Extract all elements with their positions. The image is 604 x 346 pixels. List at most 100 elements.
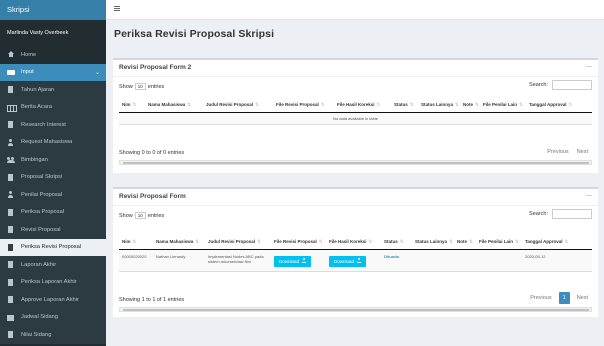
table-row: 00000020020 Nathan Lienardy Implementasi…	[119, 249, 592, 272]
pagination: Previous 1 Next	[526, 292, 592, 304]
search-input[interactable]	[552, 209, 592, 219]
sidebar-menu: Home Input ⌄ Tahun Ajaran Berita Acara Re…	[0, 46, 106, 344]
revisi-proposal-form-2-box: Revisi Proposal Form 2 — Show 10 entries S…	[113, 58, 598, 173]
collapse-button[interactable]: —	[586, 63, 593, 70]
table-header-row: Nim ⇅ Nama Mahasiswa ⇅ Judul Revisi Propos…	[119, 98, 592, 113]
document-icon	[7, 208, 15, 216]
horizontal-scrollbar[interactable]	[119, 160, 592, 165]
sidebar-item-home[interactable]: Home	[0, 46, 106, 64]
page-1-button[interactable]: 1	[558, 292, 570, 304]
input-icon	[7, 69, 15, 76]
column-header-nim[interactable]: Nim ⇅	[119, 98, 145, 113]
sidebar-item-approve-laporan-akhir[interactable]: Approve Laporan Akhir	[0, 291, 106, 309]
sidebar-item-research-interest[interactable]: Research Interest	[0, 116, 106, 134]
collapse-button[interactable]: —	[586, 192, 593, 199]
show-label: Show	[119, 83, 133, 90]
sidebar-item-label: Proposal Skripsi	[21, 174, 63, 181]
column-header-nim[interactable]: Nim ⇅	[119, 235, 153, 250]
sidebar-item-label: Berita Acara	[21, 104, 52, 111]
sidebar-item-laporan-akhir[interactable]: Laporan Akhir	[0, 256, 106, 274]
column-header-note[interactable]: Note ⇅	[460, 98, 480, 113]
sidebar-item-periksa-laporan-akhir[interactable]: Periksa Laporan Akhir	[0, 274, 106, 292]
sidebar-item-label: Approve Laporan Akhir	[21, 296, 79, 303]
column-header-file-revisi[interactable]: File Revisi Proposal ⇅	[273, 98, 334, 113]
column-header-file-penilai[interactable]: File Penilai Lain ⇅	[480, 98, 526, 113]
column-header-judul[interactable]: Judul Revisi Proposal ⇅	[205, 235, 271, 250]
box-title: Revisi Proposal Form	[119, 193, 186, 200]
column-header-judul[interactable]: Judul Revisi Proposal ⇅	[203, 98, 273, 113]
column-header-status[interactable]: Status ⇅	[391, 98, 418, 113]
column-header-note[interactable]: Note ⇅	[454, 235, 476, 250]
sidebar-item-label: Bimbingan	[21, 156, 48, 163]
column-header-nama[interactable]: Nama Mahasiswa ⇅	[153, 235, 205, 250]
scrollbar-thumb[interactable]	[123, 162, 589, 164]
column-header-status-lain[interactable]: Status Lainnya ⇅	[412, 235, 454, 250]
sidebar-item-label: Periksa Revisi Proposal	[21, 244, 82, 251]
sidebar-item-label: Research Interest	[21, 121, 66, 128]
sidebar-item-berita-acara[interactable]: Berita Acara	[0, 99, 106, 117]
sidebar-item-label: Tahun Ajaran	[21, 86, 55, 93]
sidebar-item-request-mahasiswa[interactable]: Request Mahasiswa	[0, 134, 106, 152]
top-navbar	[106, 0, 604, 20]
users-icon	[7, 156, 15, 164]
column-header-tanggal[interactable]: Tanggal Approval ⇅	[522, 235, 592, 250]
download-koreksi-button[interactable]: Download	[329, 255, 367, 267]
document-icon	[7, 226, 15, 234]
entries-length-control: Show 10 entries	[119, 83, 164, 90]
column-header-file-revisi[interactable]: File Revisi Proposal ⇅	[271, 235, 326, 250]
cell-status: Ditunda	[381, 249, 412, 272]
sidebar-item-periksa-proposal[interactable]: Periksa Proposal	[0, 204, 106, 222]
next-page-button[interactable]: Next	[573, 147, 592, 157]
cell-file-penilai	[476, 249, 522, 272]
sidebar-item-label: Input	[21, 69, 34, 76]
sidebar-item-proposal-skripsi[interactable]: Proposal Skripsi	[0, 169, 106, 187]
cell-nama: Nathan Lienardy	[153, 249, 205, 272]
search-control: Search:	[529, 209, 592, 219]
cell-tanggal: 2020-05-12	[522, 249, 592, 272]
sidebar-item-input[interactable]: Input ⌄	[0, 63, 106, 81]
document-icon	[7, 261, 15, 269]
sidebar-submenu: Tahun Ajaran Berita Acara Research Inter…	[0, 81, 106, 344]
table-info: Showing 1 to 1 of 1 entries	[119, 297, 185, 303]
next-page-button[interactable]: Next	[573, 293, 592, 303]
download-revisi-button[interactable]: Download	[274, 255, 312, 267]
pagination: Previous Next	[543, 147, 592, 157]
entries-select[interactable]: 10	[134, 212, 146, 219]
previous-page-button[interactable]: Previous	[543, 147, 572, 157]
app-brand[interactable]: Skripsi	[0, 0, 106, 20]
scrollbar-thumb[interactable]	[123, 309, 589, 311]
column-header-file-koreksi[interactable]: File Hasil Koreksi ⇅	[334, 98, 391, 113]
sidebar-item-label: Request Mahasiswa	[21, 139, 73, 146]
sidebar-item-nilai-sidang[interactable]: Nilai Sidang	[0, 326, 106, 344]
sidebar-item-tahun-ajaran[interactable]: Tahun Ajaran	[0, 81, 106, 99]
column-header-file-penilai[interactable]: File Penilai Lain ⇅	[476, 235, 522, 250]
search-input[interactable]	[552, 80, 592, 90]
empty-table-message: No data available in table	[119, 112, 592, 125]
horizontal-scrollbar[interactable]	[119, 307, 592, 312]
column-header-tanggal[interactable]: Tanggal Approval ⇅	[526, 98, 592, 113]
cell-file-revisi: Download	[271, 249, 326, 272]
document-icon	[7, 86, 15, 94]
sidebar-item-label: Jadwal Sidang	[21, 314, 58, 321]
document-icon	[7, 331, 15, 339]
sidebar-item-revisi-proposal[interactable]: Revisi Proposal	[0, 221, 106, 239]
sidebar-item-jadwal-sidang[interactable]: Jadwal Sidang	[0, 309, 106, 327]
column-header-nama[interactable]: Nama Mahasiswa ⇅	[145, 98, 203, 113]
cell-nim: 00000020020	[119, 249, 153, 272]
sidebar-item-penilai-proposal[interactable]: Penilai Proposal	[0, 186, 106, 204]
sidebar-item-periksa-revisi-proposal[interactable]: Periksa Revisi Proposal	[0, 238, 106, 256]
column-header-file-koreksi[interactable]: File Hasil Koreksi ⇅	[326, 235, 381, 250]
sidebar-item-label: Home	[21, 51, 37, 58]
sidebar-item-bimbingan[interactable]: Bimbingan	[0, 151, 106, 169]
hamburger-menu-icon[interactable]	[114, 6, 120, 11]
sidebar-item-label: Periksa Laporan Akhir	[21, 279, 77, 286]
entries-select[interactable]: 10	[134, 83, 146, 90]
document-icon	[7, 243, 15, 251]
column-header-status-lain[interactable]: Status Lainnya ⇅	[418, 98, 460, 113]
table-icon	[7, 104, 17, 112]
previous-page-button[interactable]: Previous	[526, 293, 555, 303]
download-icon	[357, 258, 362, 263]
box-header: Revisi Proposal Form 2 —	[113, 60, 598, 77]
column-header-status[interactable]: Status ⇅	[381, 235, 412, 250]
revisi-table: Nim ⇅ Nama Mahasiswa ⇅ Judul Revisi Propos…	[119, 235, 592, 272]
